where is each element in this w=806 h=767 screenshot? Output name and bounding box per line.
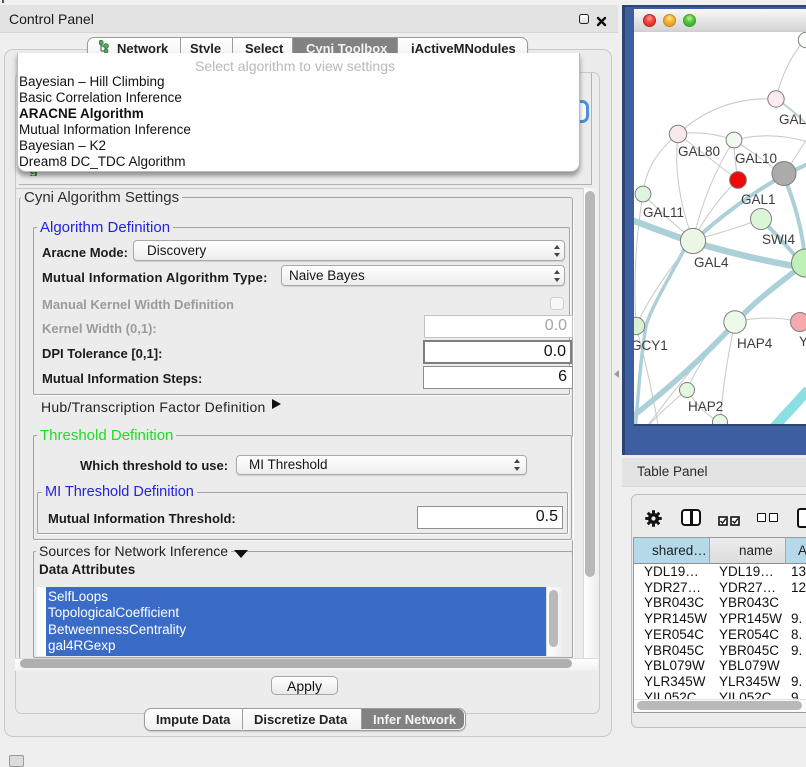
svg-text:HAP4: HAP4	[737, 336, 773, 351]
svg-text:GAL11: GAL11	[643, 205, 684, 220]
svg-text:Y: Y	[799, 334, 806, 349]
svg-text:GAL10: GAL10	[735, 151, 777, 166]
svg-text:GAL1: GAL1	[741, 192, 776, 207]
svg-text:GAL80: GAL80	[678, 144, 720, 159]
svg-text:GAL: GAL	[779, 112, 806, 127]
svg-text:SWI4: SWI4	[762, 232, 795, 247]
svg-text:HAP2: HAP2	[688, 399, 723, 414]
svg-text:GAL4: GAL4	[694, 255, 729, 270]
svg-text:GCY1: GCY1	[634, 338, 668, 353]
